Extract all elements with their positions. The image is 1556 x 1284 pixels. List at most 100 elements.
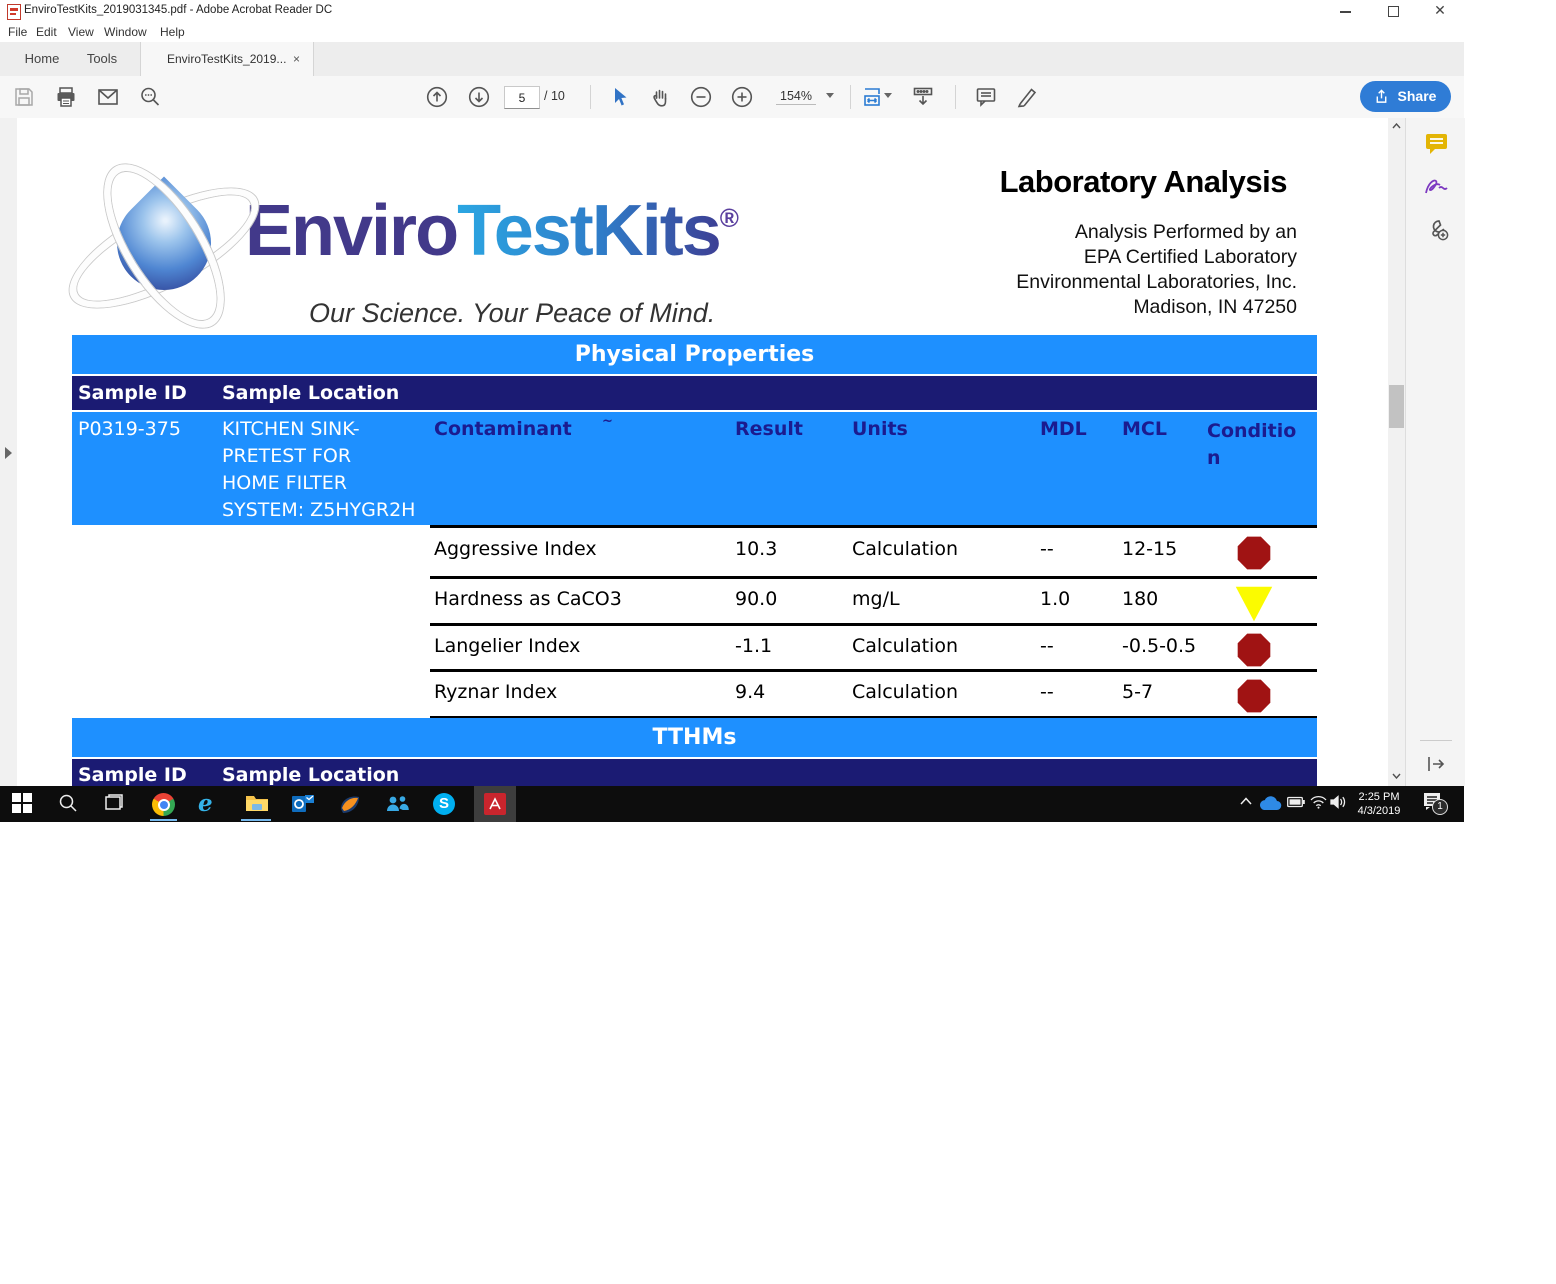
scroll-up-icon[interactable]: [1392, 123, 1401, 129]
menu-view[interactable]: View: [68, 22, 94, 42]
hand-tool-icon[interactable]: [648, 85, 672, 109]
title-bar: EnviroTestKits_2019031345.pdf - Adobe Ac…: [0, 0, 1464, 22]
fill-sign-icon[interactable]: [1424, 175, 1449, 198]
acrobat-taskbar-button[interactable]: [474, 786, 516, 822]
cell-result: -1.1: [735, 635, 773, 657]
fit-width-caret[interactable]: [884, 93, 892, 98]
brand-testkits: TestKits: [457, 191, 722, 271]
taskbar-search-icon[interactable]: [58, 793, 80, 815]
section-tthms: TTHMs: [72, 718, 1317, 757]
lab-line: EPA Certified Laboratory: [1083, 246, 1297, 268]
email-icon[interactable]: [96, 85, 120, 109]
highlighter-icon[interactable]: [1015, 85, 1039, 109]
expand-pane-icon[interactable]: [1426, 756, 1446, 772]
table-row: Aggressive Index 10.3 Calculation -- 12-…: [430, 525, 1317, 576]
cell-units: Calculation: [852, 538, 958, 560]
comment-panel-icon[interactable]: [1425, 133, 1448, 155]
print-icon[interactable]: [54, 85, 78, 109]
left-panel-strip: [0, 118, 18, 786]
cell-mcl: 5-7: [1122, 681, 1154, 703]
col-contaminant-mark: ~: [602, 414, 613, 429]
cell-contaminant: Langelier Index: [434, 635, 581, 657]
menu-edit[interactable]: Edit: [36, 22, 57, 42]
col-result: Result: [735, 418, 803, 440]
next-page-icon[interactable]: [467, 85, 491, 109]
zoom-level-label[interactable]: 154%: [776, 89, 816, 105]
search-icon[interactable]: [138, 85, 162, 109]
menu-help[interactable]: Help: [160, 22, 185, 42]
cell-units: Calculation: [852, 635, 958, 657]
onedrive-cloud-icon[interactable]: [1258, 795, 1282, 817]
cell-mdl: --: [1040, 635, 1054, 657]
task-view-icon[interactable]: [104, 793, 126, 815]
pdf-file-icon: [7, 4, 21, 20]
brand-wordmark: EnviroTestKits®: [245, 190, 739, 272]
internet-explorer-icon[interactable]: e: [198, 792, 220, 815]
tab-home[interactable]: Home: [14, 42, 70, 76]
col-condition: Condition: [1207, 420, 1297, 469]
cell-contaminant: Hardness as CaCO3: [434, 588, 622, 610]
cell-units: Calculation: [852, 681, 958, 703]
action-center-icon[interactable]: 1: [1423, 792, 1448, 815]
left-panel-toggle-icon[interactable]: [5, 447, 12, 459]
comment-tool-icon[interactable]: [974, 85, 998, 109]
table-row: Langelier Index -1.1 Calculation -- -0.5…: [430, 623, 1317, 669]
minimize-button[interactable]: [1330, 3, 1360, 19]
vertical-scrollbar[interactable]: [1388, 118, 1405, 786]
orange-blue-app-icon[interactable]: [339, 793, 361, 815]
col-units: Units: [852, 418, 908, 440]
notification-badge: 1: [1432, 799, 1448, 815]
people-app-icon[interactable]: [386, 793, 409, 815]
share-icon: [1376, 89, 1387, 103]
close-button[interactable]: ✕: [1425, 3, 1455, 19]
col-mcl: MCL: [1122, 418, 1167, 440]
menu-file[interactable]: File: [8, 22, 27, 42]
col-mdl: MDL: [1040, 418, 1087, 440]
skype-icon[interactable]: S: [433, 793, 455, 815]
physical-sample-row: P0319-375 KITCHEN SINK- PRETEST FOR HOME…: [72, 412, 1317, 525]
windows-taskbar: e S 2:25 PM 4/3/2019 1: [0, 786, 1464, 822]
explorer-running-indicator: [241, 819, 271, 821]
col-contaminant: Contaminant: [434, 418, 572, 440]
pdf-page: EnviroTestKits® Our Science. Your Peace …: [17, 118, 1388, 786]
scroll-down-icon[interactable]: [1392, 773, 1401, 779]
brand-tagline: Our Science. Your Peace of Mind.: [309, 298, 716, 328]
maximize-button[interactable]: [1378, 3, 1408, 19]
save-icon[interactable]: [12, 85, 36, 109]
file-explorer-icon[interactable]: [245, 793, 268, 815]
taskbar-clock[interactable]: 2:25 PM 4/3/2019: [1348, 790, 1410, 818]
cell-mcl: -0.5-0.5: [1122, 635, 1197, 657]
tab-tools[interactable]: Tools: [78, 42, 126, 76]
zoom-dropdown-caret[interactable]: [826, 93, 834, 98]
cell-result: 90.0: [735, 588, 778, 610]
outlook-icon[interactable]: [292, 793, 314, 815]
chrome-icon[interactable]: [152, 793, 175, 816]
start-button-icon[interactable]: [12, 793, 34, 815]
page-number-input[interactable]: [504, 86, 540, 109]
document-area: EnviroTestKits® Our Science. Your Peace …: [0, 118, 1465, 786]
previous-page-icon[interactable]: [425, 85, 449, 109]
scrollbar-thumb[interactable]: [1389, 385, 1404, 428]
select-tool-icon[interactable]: [607, 85, 631, 109]
more-tools-icon[interactable]: [1426, 218, 1450, 242]
tab-close-icon[interactable]: ×: [293, 42, 300, 76]
tab-document[interactable]: EnviroTestKits_2019... ×: [140, 42, 314, 76]
section-physical-properties: Physical Properties: [72, 335, 1317, 374]
share-button[interactable]: Share: [1360, 81, 1451, 112]
tab-document-label: EnviroTestKits_2019...: [167, 52, 287, 66]
window-title: EnviroTestKits_2019031345.pdf - Adobe Ac…: [24, 4, 333, 16]
tthms-sample-header-row: Sample ID Sample Location: [72, 759, 1317, 786]
cell-mdl: --: [1040, 681, 1054, 703]
fit-width-icon[interactable]: [861, 85, 885, 109]
menu-window[interactable]: Window: [104, 22, 147, 42]
table-row: Ryznar Index 9.4 Calculation -- 5-7: [430, 669, 1317, 719]
cell-contaminant: Ryznar Index: [434, 681, 558, 703]
lab-line: Analysis Performed by an: [1074, 221, 1297, 243]
reading-mode-icon[interactable]: [911, 85, 935, 109]
zoom-in-icon[interactable]: [730, 85, 754, 109]
battery-icon[interactable]: [1287, 796, 1309, 818]
wifi-icon[interactable]: [1310, 795, 1332, 817]
page-total-label: / 10: [544, 89, 565, 103]
sample-location-header: Sample Location: [222, 764, 400, 786]
zoom-out-icon[interactable]: [689, 85, 713, 109]
